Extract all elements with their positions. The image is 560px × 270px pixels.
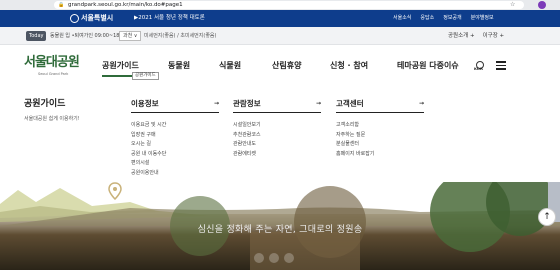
hero-banner: 심신을 정화해 주는 자연, 그대로의 정원송 ↑ xyxy=(0,182,560,270)
menu-link[interactable]: 오시는 길 xyxy=(131,140,219,150)
mega-menu-subtitle: 서울대공원 쉽게 이용하기! xyxy=(24,116,80,122)
menu-link[interactable]: 추천관람코스 xyxy=(233,131,321,141)
logo-text: 서울대공원 xyxy=(24,55,80,70)
today-badge: Today xyxy=(26,31,47,41)
site-logo[interactable]: 서울대공원 Seoul Grand Park xyxy=(24,55,86,83)
slide-dot[interactable] xyxy=(269,253,279,263)
language-selector[interactable]: KOR xyxy=(474,61,488,71)
arrow-right-icon[interactable]: → xyxy=(419,98,424,110)
menu-link[interactable]: 자주하는 질문 xyxy=(336,131,424,141)
browser-url-bar: 🔒 grandpark.seoul.go.kr/main/ko.do#page1… xyxy=(0,0,560,10)
location-pin-icon xyxy=(108,182,122,200)
opening-hours: 동물원 입 •퇴여가인 09:00~18:00 xyxy=(50,33,128,39)
url-text[interactable]: grandpark.seoul.go.kr/main/ko.do#page1 xyxy=(68,0,183,10)
hamburger-icon[interactable] xyxy=(496,61,506,70)
menu-link[interactable]: 관람안내도 xyxy=(233,140,321,150)
menu-link[interactable]: 고객소리함 xyxy=(336,121,424,131)
column-title: 관람정보 xyxy=(233,99,261,108)
air-quality: 미세먼지(좋음) / 초미세먼지(좋음) xyxy=(144,33,217,39)
city-link-news[interactable]: 서울소식 xyxy=(393,13,411,24)
park-select[interactable]: 과천 ∨ xyxy=(119,31,142,41)
nav-item-botanical[interactable]: 식물원 xyxy=(219,60,241,72)
slide-dot[interactable] xyxy=(254,253,264,263)
menu-link[interactable]: 공원 내 이동수단 xyxy=(131,150,219,160)
profile-avatar[interactable] xyxy=(538,1,546,9)
menu-link[interactable]: 공원이용안내 xyxy=(131,169,219,179)
top-links: 공원소개 + 이구장 + xyxy=(448,31,504,41)
park-intro-link[interactable]: 공원소개 + xyxy=(448,31,475,41)
nav-item-apply[interactable]: 신청 · 참여 xyxy=(330,60,368,72)
column-header[interactable]: 이용정보 → xyxy=(131,98,219,113)
menu-link[interactable]: 입장권 구매 xyxy=(131,131,219,141)
secondary-link[interactable]: 이구장 + xyxy=(483,31,505,41)
column-title: 고객센터 xyxy=(336,99,364,108)
mega-menu-title: 공원가이드 xyxy=(24,99,66,109)
city-link-disclosure[interactable]: 정보공개 xyxy=(443,13,461,24)
arrow-up-icon[interactable]: ↑ xyxy=(538,208,556,226)
star-icon[interactable]: ☆ xyxy=(510,0,515,10)
city-link-response[interactable]: 응답소 xyxy=(420,13,434,24)
column-header[interactable]: 고객센터 → xyxy=(336,98,424,113)
menu-link[interactable]: 홈페이지 바로잡기 xyxy=(336,150,424,160)
city-link-fields[interactable]: 분야별정보 xyxy=(471,13,494,24)
city-notice[interactable]: ▶2021 서울 청년 정책 대토론 xyxy=(134,13,205,24)
column-title: 이용정보 xyxy=(131,99,159,108)
menu-link[interactable]: 관람에티켓 xyxy=(233,150,321,160)
mega-menu: 공원가이드 서울대공원 쉽게 이용하기! 이용정보 → 이용요금 및 시간 입장… xyxy=(0,90,560,182)
seoul-seal-icon xyxy=(70,13,79,23)
lock-icon: 🔒 xyxy=(58,2,65,8)
column-links: 고객소리함 자주하는 질문 분실물센터 홈페이지 바로잡기 xyxy=(336,121,424,159)
column-links: 시설일안보기 추천관람코스 관람안내도 관람에티켓 xyxy=(233,121,321,159)
nav-item-forest[interactable]: 산림휴양 xyxy=(272,60,301,72)
menu-column-viewing: 관람정보 → 시설일안보기 추천관람코스 관람안내도 관람에티켓 xyxy=(233,98,321,159)
hero-slogan: 심신을 정화해 주는 자연, 그대로의 정원송 xyxy=(197,225,363,235)
info-bar: Today 동물원 입 •퇴여가인 09:00~18:00 과천 ∨ 미세먼지(… xyxy=(0,27,560,45)
language-label: KOR xyxy=(474,66,483,71)
nav-item-park-guide[interactable]: 공원가이드 xyxy=(102,60,139,77)
column-links: 이용요금 및 시간 입장권 구매 오시는 길 공원 내 이동수단 편의시설 공원… xyxy=(131,121,219,178)
arrow-right-icon[interactable]: → xyxy=(316,98,321,110)
arrow-right-icon[interactable]: → xyxy=(214,98,219,110)
nav-item-zoo[interactable]: 동물원 xyxy=(168,60,190,72)
menu-link[interactable]: 편의시설 xyxy=(131,159,219,169)
menu-column-support: 고객센터 → 고객소리함 자주하는 질문 분실물센터 홈페이지 바로잡기 xyxy=(336,98,424,159)
city-links: 서울소식 응답소 정보공개 분야별정보 xyxy=(393,13,494,24)
logo-subtitle: Seoul Grand Park xyxy=(38,72,69,76)
column-header[interactable]: 관람정보 → xyxy=(233,98,321,113)
slide-indicators xyxy=(254,253,294,263)
menu-link[interactable]: 이용요금 및 시간 xyxy=(131,121,219,131)
menu-link[interactable]: 시설일안보기 xyxy=(233,121,321,131)
menu-link[interactable]: 분실물센터 xyxy=(336,140,424,150)
path-shape xyxy=(250,232,360,270)
main-nav: 서울대공원 Seoul Grand Park 공원가이드 동물원 식물원 산림휴… xyxy=(0,45,560,90)
nav-item-theme-park[interactable]: 테마공원 다중이슈 xyxy=(397,60,459,72)
city-bar: 서울특별시 ▶2021 서울 청년 정책 대토론 서울소식 응답소 정보공개 분… xyxy=(0,10,560,27)
slide-dot[interactable] xyxy=(284,253,294,263)
nav-tooltip: 공원가이드 xyxy=(132,72,159,80)
seoul-city-logo[interactable]: 서울특별시 xyxy=(70,13,113,24)
seoul-city-label: 서울특별시 xyxy=(81,14,114,22)
menu-column-usage: 이용정보 → 이용요금 및 시간 입장권 구매 오시는 길 공원 내 이동수단 … xyxy=(131,98,219,178)
